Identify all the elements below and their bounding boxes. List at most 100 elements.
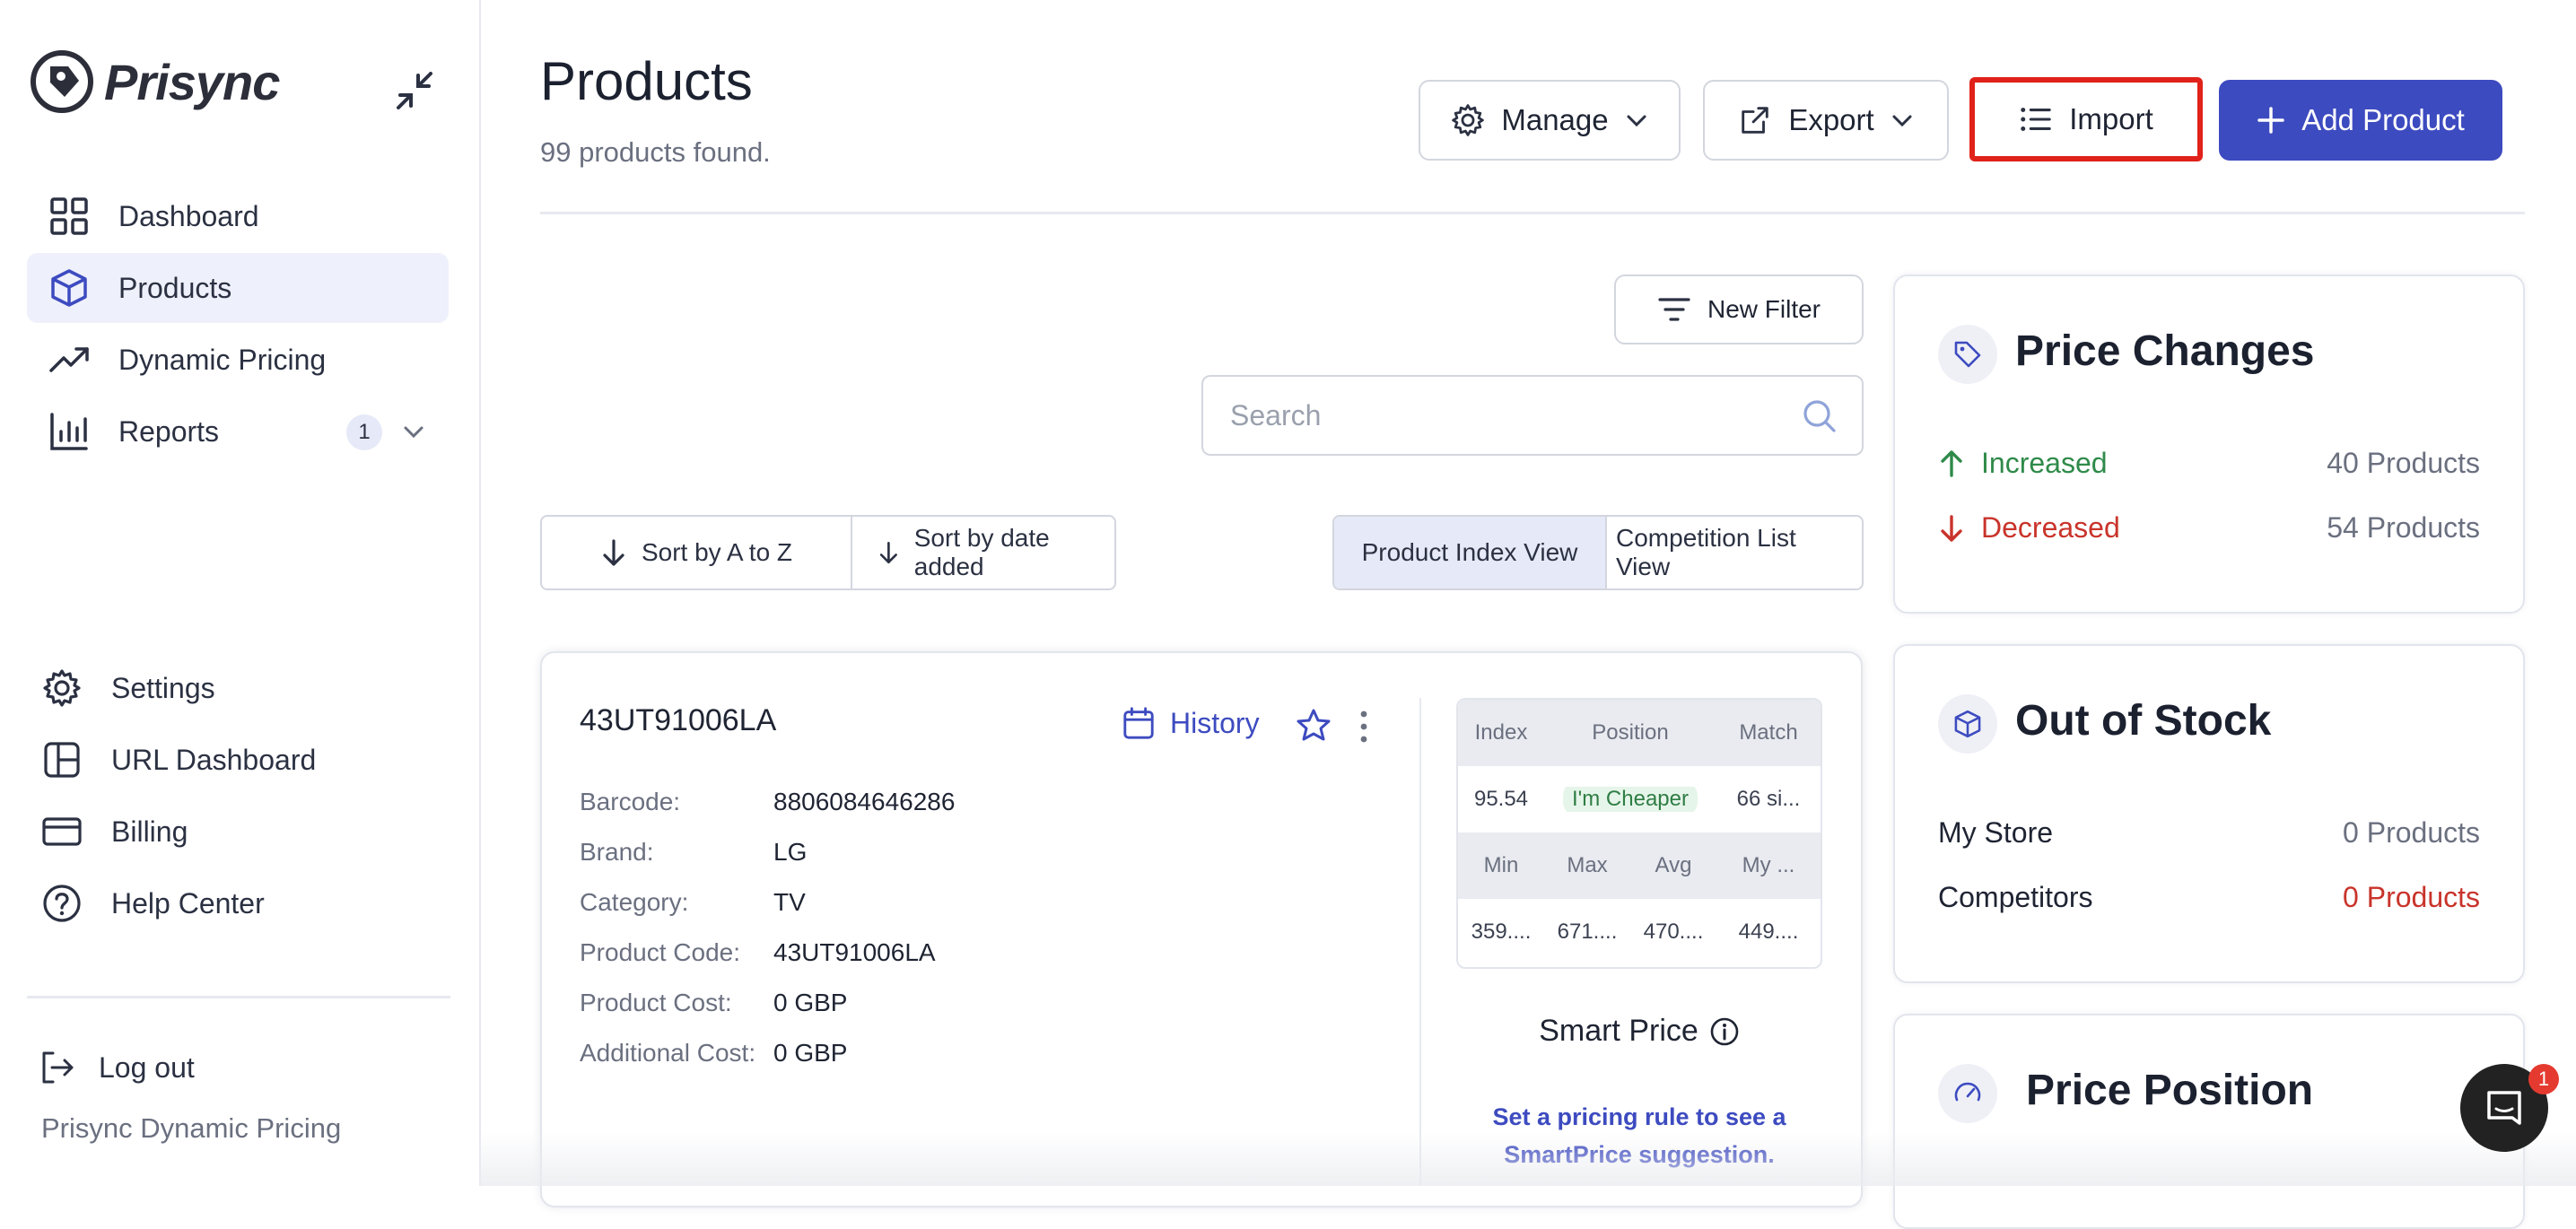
competition-list-view-label: Competition List View xyxy=(1616,524,1796,580)
metric-header: Min xyxy=(1483,853,1519,877)
cube-icon xyxy=(1938,694,1997,754)
field-label: Brand: xyxy=(580,838,654,866)
metric-header: My ... xyxy=(1742,853,1795,877)
field-label: Additional Cost: xyxy=(580,1039,756,1067)
manage-label: Manage xyxy=(1501,103,1609,136)
sidebar-item-url-dashboard[interactable]: URL Dashboard xyxy=(20,725,441,795)
out-of-stock-widget: Out of Stock My Store 0 Products Competi… xyxy=(1893,644,2525,983)
sidebar-item-reports[interactable]: Reports 1 xyxy=(27,397,449,466)
competitors-value: 0 Products xyxy=(2343,881,2480,913)
arrow-down-icon xyxy=(603,539,624,566)
sidebar-divider xyxy=(27,996,450,998)
sidebar-item-label: Dynamic Pricing xyxy=(118,343,327,376)
chevron-down-icon xyxy=(1892,115,1912,127)
sidebar-item-label: Settings xyxy=(111,671,215,704)
sidebar-item-dashboard[interactable]: Dashboard xyxy=(27,181,449,251)
chat-notification-badge: 1 xyxy=(2528,1064,2559,1094)
new-filter-button[interactable]: New Filter xyxy=(1614,275,1864,344)
decreased-label: Decreased xyxy=(1981,511,2120,544)
collapse-icon xyxy=(397,72,432,109)
chevron-down-icon[interactable] xyxy=(402,420,425,443)
brand-value: LG xyxy=(773,838,808,866)
increased-row[interactable]: Increased 40 Products xyxy=(1938,447,2480,480)
product-index-view-tab[interactable]: Product Index View xyxy=(1334,517,1605,588)
logout-button[interactable]: Log out xyxy=(39,1050,195,1085)
info-icon[interactable] xyxy=(1709,1016,1740,1047)
cube-icon xyxy=(48,267,90,309)
sidebar-item-products[interactable]: Products xyxy=(27,253,449,323)
sort-a-to-z-button[interactable]: Sort by A to Z xyxy=(542,517,851,588)
add-product-button[interactable]: Add Product xyxy=(2219,80,2502,161)
plus-icon xyxy=(2257,107,2284,134)
sidebar-item-dynamic-pricing[interactable]: Dynamic Pricing xyxy=(27,325,449,395)
decreased-value: 54 Products xyxy=(2327,511,2480,544)
sidebar-item-billing[interactable]: Billing xyxy=(20,797,441,867)
category-value: TV xyxy=(773,888,806,916)
credit-card-icon xyxy=(41,811,83,852)
smart-price-label: Smart Price xyxy=(1539,1014,1698,1048)
more-options-button[interactable] xyxy=(1353,709,1375,745)
competition-list-view-tab[interactable]: Competition List View xyxy=(1605,517,1862,588)
sidebar-item-label: Reports xyxy=(118,414,220,448)
trending-up-icon xyxy=(48,339,90,380)
additional-cost-value: 0 GBP xyxy=(773,1039,848,1067)
smart-price-heading: Smart Price xyxy=(1456,1014,1822,1049)
more-vertical-icon xyxy=(1360,710,1367,743)
decreased-row[interactable]: Decreased 54 Products xyxy=(1938,511,2480,545)
product-sku[interactable]: 43UT91006LA xyxy=(580,703,776,738)
chevron-down-icon xyxy=(1627,115,1646,127)
footer-product-name: Prisync Dynamic Pricing xyxy=(41,1112,342,1144)
history-label: History xyxy=(1170,706,1260,739)
export-button[interactable]: Export xyxy=(1703,80,1949,161)
sidebar-item-label: Help Center xyxy=(111,886,265,920)
products-count: 99 products found. xyxy=(540,136,771,168)
price-position-title: Price Position xyxy=(2026,1067,2314,1114)
field-label: Product Cost: xyxy=(580,989,732,1016)
min-price-value: 359.... xyxy=(1471,920,1532,944)
sidebar-item-label: URL Dashboard xyxy=(111,743,317,776)
sidebar-item-settings[interactable]: Settings xyxy=(20,653,441,723)
product-code-value: 43UT91006LA xyxy=(773,938,936,966)
metric-header: Position xyxy=(1592,720,1669,745)
sort-button-group: Sort by A to Z Sort by date added xyxy=(540,515,1116,590)
search-icon[interactable] xyxy=(1801,397,1837,433)
sort-by-date-button[interactable]: Sort by date added xyxy=(851,517,1114,588)
metric-header: Match xyxy=(1739,720,1798,745)
import-button[interactable]: Import xyxy=(1969,77,2203,161)
manage-button[interactable]: Manage xyxy=(1419,80,1681,161)
favorite-star-button[interactable] xyxy=(1296,708,1332,744)
smart-price-note[interactable]: Set a pricing rule to see a SmartPrice s… xyxy=(1456,1098,1822,1173)
chat-icon xyxy=(2487,1091,2521,1125)
search-field[interactable] xyxy=(1201,375,1864,456)
page-title: Products xyxy=(540,51,753,111)
brand-logo[interactable]: Prisync xyxy=(27,47,280,117)
brand-name: Prisync xyxy=(104,53,280,110)
list-icon xyxy=(2021,108,2051,131)
sort-a-to-z-label: Sort by A to Z xyxy=(641,538,793,566)
field-label: Category: xyxy=(580,888,689,916)
gauge-icon xyxy=(1938,1064,1997,1123)
collapse-sidebar-button[interactable] xyxy=(388,65,441,118)
field-label: Product Code: xyxy=(580,938,740,966)
prisync-logo-icon xyxy=(31,50,93,113)
add-product-label: Add Product xyxy=(2301,103,2465,136)
sidebar-item-label: Billing xyxy=(111,815,188,848)
metrics-header-row: Min Max Avg My ... xyxy=(1458,832,1821,899)
increased-value: 40 Products xyxy=(2327,447,2480,479)
help-circle-icon xyxy=(41,883,83,924)
import-label: Import xyxy=(2069,102,2153,135)
field-label: Barcode: xyxy=(580,788,681,815)
competitors-row[interactable]: Competitors 0 Products xyxy=(1938,881,2480,914)
index-value: 95.54 xyxy=(1473,787,1529,811)
my-store-row[interactable]: My Store 0 Products xyxy=(1938,816,2480,850)
sidebar-item-help-center[interactable]: Help Center xyxy=(20,868,441,938)
grid-icon xyxy=(48,196,90,237)
history-button[interactable]: History xyxy=(1122,706,1260,740)
arrow-down-icon xyxy=(879,541,897,564)
metrics-value-row: 359.... 671.... 470.... 449.... xyxy=(1458,899,1821,965)
my-store-value: 0 Products xyxy=(2343,816,2480,849)
search-input[interactable] xyxy=(1228,397,1801,433)
logout-label: Log out xyxy=(99,1050,195,1084)
gear-icon xyxy=(41,667,83,709)
sidebar: Prisync Dashboard Products Dynamic Prici… xyxy=(0,0,481,1186)
